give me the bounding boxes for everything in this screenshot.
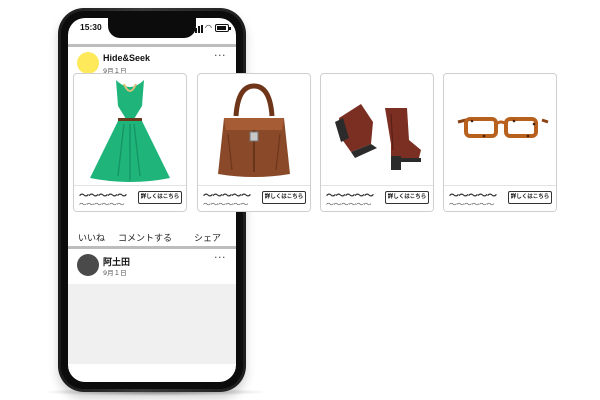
product-image-handbag[interactable] xyxy=(198,74,310,185)
product-card[interactable]: 〜〜〜〜〜 〜〜〜〜〜〜 詳しくはこちら xyxy=(320,73,434,212)
status-time: 15:30 xyxy=(80,22,102,32)
details-button[interactable]: 詳しくはこちら xyxy=(262,191,306,204)
green-dress-icon xyxy=(90,80,170,182)
post-date: 9月１日 xyxy=(103,269,127,277)
details-button[interactable]: 詳しくはこちら xyxy=(138,191,182,204)
brown-boots-icon xyxy=(335,104,421,170)
post-divider xyxy=(68,246,236,249)
product-footer: 〜〜〜〜〜 〜〜〜〜〜〜 詳しくはこちら xyxy=(74,185,186,211)
details-button[interactable]: 詳しくはこちら xyxy=(508,191,552,204)
product-image-dress[interactable] xyxy=(74,74,186,185)
product-subtitle: 〜〜〜〜〜〜 xyxy=(79,200,125,209)
product-footer: 〜〜〜〜〜 〜〜〜〜〜〜 詳しくはこちら xyxy=(321,185,433,211)
product-image-boots[interactable] xyxy=(321,74,433,185)
share-button[interactable]: シェア xyxy=(194,231,221,244)
poster-name[interactable]: Hide&Seek xyxy=(103,53,150,63)
product-footer: 〜〜〜〜〜 〜〜〜〜〜〜 詳しくはこちら xyxy=(198,185,310,211)
product-card[interactable]: 〜〜〜〜〜 〜〜〜〜〜〜 詳しくはこちら xyxy=(197,73,311,212)
product-image-glasses[interactable] xyxy=(444,74,556,185)
feed-divider xyxy=(68,44,236,47)
details-button[interactable]: 詳しくはこちら xyxy=(385,191,429,204)
more-options-icon[interactable]: ··· xyxy=(214,251,226,264)
brown-handbag-icon xyxy=(218,83,290,177)
product-footer: 〜〜〜〜〜 〜〜〜〜〜〜 詳しくはこちら xyxy=(444,185,556,211)
like-button[interactable]: いいね xyxy=(78,231,105,244)
comment-button[interactable]: コメントする xyxy=(118,231,172,244)
wifi-icon: ◠ xyxy=(205,23,212,32)
post-actions: いいね コメントする シェア xyxy=(68,228,236,246)
product-subtitle: 〜〜〜〜〜〜 xyxy=(203,200,249,209)
more-options-icon[interactable]: ··· xyxy=(214,49,226,62)
product-subtitle: 〜〜〜〜〜〜 xyxy=(326,200,372,209)
next-post-placeholder xyxy=(68,284,236,364)
product-subtitle: 〜〜〜〜〜〜 xyxy=(449,200,495,209)
battery-icon xyxy=(215,24,231,32)
tortoiseshell-glasses-icon xyxy=(457,117,549,138)
post-header-2: 阿土田 9月１日 ··· xyxy=(68,250,236,282)
avatar[interactable] xyxy=(77,254,99,276)
product-card[interactable]: 〜〜〜〜〜 〜〜〜〜〜〜 詳しくはこちら xyxy=(443,73,557,212)
phone-notch xyxy=(108,18,196,38)
product-card[interactable]: 〜〜〜〜〜 〜〜〜〜〜〜 詳しくはこちら xyxy=(73,73,187,212)
avatar[interactable] xyxy=(77,52,99,74)
